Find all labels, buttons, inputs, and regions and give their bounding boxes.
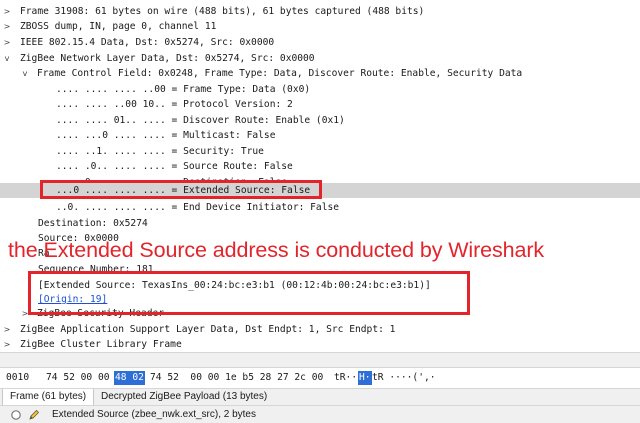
row-multicast[interactable]: .... ...0 .... .... = Multicast: False xyxy=(0,128,640,143)
row-ieee-802-15-4[interactable]: > IEEE 802.15.4 Data, Dst: 0x5274, Src: 0… xyxy=(0,35,640,50)
tab-frame[interactable]: Frame (61 bytes) xyxy=(2,389,95,405)
ascii-after[interactable]: tR ····(',· xyxy=(372,371,436,385)
row-label: ZBOSS dump, IN, page 0, channel 11 xyxy=(20,21,217,32)
row-label: Frame Control Field: 0x0248, Frame Type:… xyxy=(37,68,523,79)
hex-bytes-after[interactable]: 74 52 00 00 1e b5 28 27 2c 00 xyxy=(150,371,323,385)
row-zboss-dump[interactable]: > ZBOSS dump, IN, page 0, channel 11 xyxy=(0,19,640,34)
row-zigbee-aps-layer[interactable]: > ZigBee Application Support Layer Data, … xyxy=(0,322,640,337)
pane-splitter[interactable] xyxy=(0,352,640,368)
row-label: ZigBee Application Support Layer Data, D… xyxy=(20,324,396,335)
row-label: IEEE 802.15.4 Data, Dst: 0x5274, Src: 0x… xyxy=(20,37,275,48)
row-label: .... ..1. .... .... = Security: True xyxy=(56,146,264,157)
row-label: ..0. .... .... .... = End Device Initiat… xyxy=(56,202,340,213)
row-zigbee-cluster-library[interactable]: > ZigBee Cluster Library Frame xyxy=(0,337,640,352)
row-label: Destination: 0x5274 xyxy=(38,218,148,229)
row-end-device-initiator[interactable]: ..0. .... .... .... = End Device Initiat… xyxy=(0,200,640,215)
row-discover-route[interactable]: .... .... 01.. .... = Discover Route: En… xyxy=(0,113,640,128)
row-frame[interactable]: > Frame 31908: 61 bytes on wire (488 bits… xyxy=(0,4,640,19)
chevron-right-icon[interactable]: > xyxy=(2,322,12,337)
extended-source-field-highlight xyxy=(40,180,322,199)
row-destination[interactable]: Destination: 0x5274 xyxy=(0,216,640,231)
row-label: .... .... 01.. .... = Discover Route: En… xyxy=(56,115,345,126)
status-text: Extended Source (zbee_nwk.ext_src), 2 by… xyxy=(52,409,256,420)
packet-bytes-pane[interactable]: 0010 74 52 00 00 48 02 74 52 00 00 1e b5… xyxy=(0,368,640,388)
row-security[interactable]: .... ..1. .... .... = Security: True xyxy=(0,144,640,159)
row-label: ZigBee Cluster Library Frame xyxy=(20,339,182,350)
hex-bytes-before[interactable]: 74 52 00 00 xyxy=(46,371,110,385)
row-label: Frame 31908: 61 bytes on wire (488 bits)… xyxy=(20,6,425,17)
extended-source-address-highlight xyxy=(28,271,470,315)
row-frame-control-field[interactable]: v Frame Control Field: 0x0248, Frame Type… xyxy=(0,66,640,81)
circle-icon[interactable] xyxy=(10,409,22,421)
chevron-down-icon[interactable]: v xyxy=(2,51,12,66)
row-protocol-version[interactable]: .... .... ..00 10.. = Protocol Version: … xyxy=(0,97,640,112)
status-bar: Extended Source (zbee_nwk.ext_src), 2 by… xyxy=(0,405,640,423)
chevron-right-icon[interactable]: > xyxy=(2,35,12,50)
bytes-tab-bar: Frame (61 bytes) Decrypted ZigBee Payloa… xyxy=(0,388,640,405)
row-frame-type[interactable]: .... .... .... ..00 = Frame Type: Data (… xyxy=(0,82,640,97)
annotation-text: the Extended Source address is conducted… xyxy=(8,238,545,262)
tab-decrypted-payload[interactable]: Decrypted ZigBee Payload (13 bytes) xyxy=(94,389,274,405)
ascii-selected[interactable]: H· xyxy=(358,371,372,385)
row-label: .... .... ..00 10.. = Protocol Version: … xyxy=(56,99,293,110)
row-label: .... .0.. .... .... = Source Route: Fals… xyxy=(56,161,293,172)
pencil-icon[interactable] xyxy=(28,409,40,421)
chevron-down-icon[interactable]: v xyxy=(20,66,30,81)
chevron-right-icon[interactable]: > xyxy=(2,19,12,34)
hex-offset: 0010 xyxy=(6,372,30,383)
row-label: .... .... .... ..00 = Frame Type: Data (… xyxy=(56,84,311,95)
row-zigbee-network-layer[interactable]: v ZigBee Network Layer Data, Dst: 0x5274,… xyxy=(0,51,640,66)
row-label: ZigBee Network Layer Data, Dst: 0x5274, … xyxy=(20,53,315,64)
row-label: .... ...0 .... .... = Multicast: False xyxy=(56,130,276,141)
chevron-right-icon[interactable]: > xyxy=(2,337,12,352)
hex-bytes-selected[interactable]: 48 02 xyxy=(114,371,145,385)
row-source-route[interactable]: .... .0.. .... .... = Source Route: Fals… xyxy=(0,159,640,174)
chevron-right-icon[interactable]: > xyxy=(2,4,12,19)
ascii-before[interactable]: tR·· xyxy=(334,371,357,385)
